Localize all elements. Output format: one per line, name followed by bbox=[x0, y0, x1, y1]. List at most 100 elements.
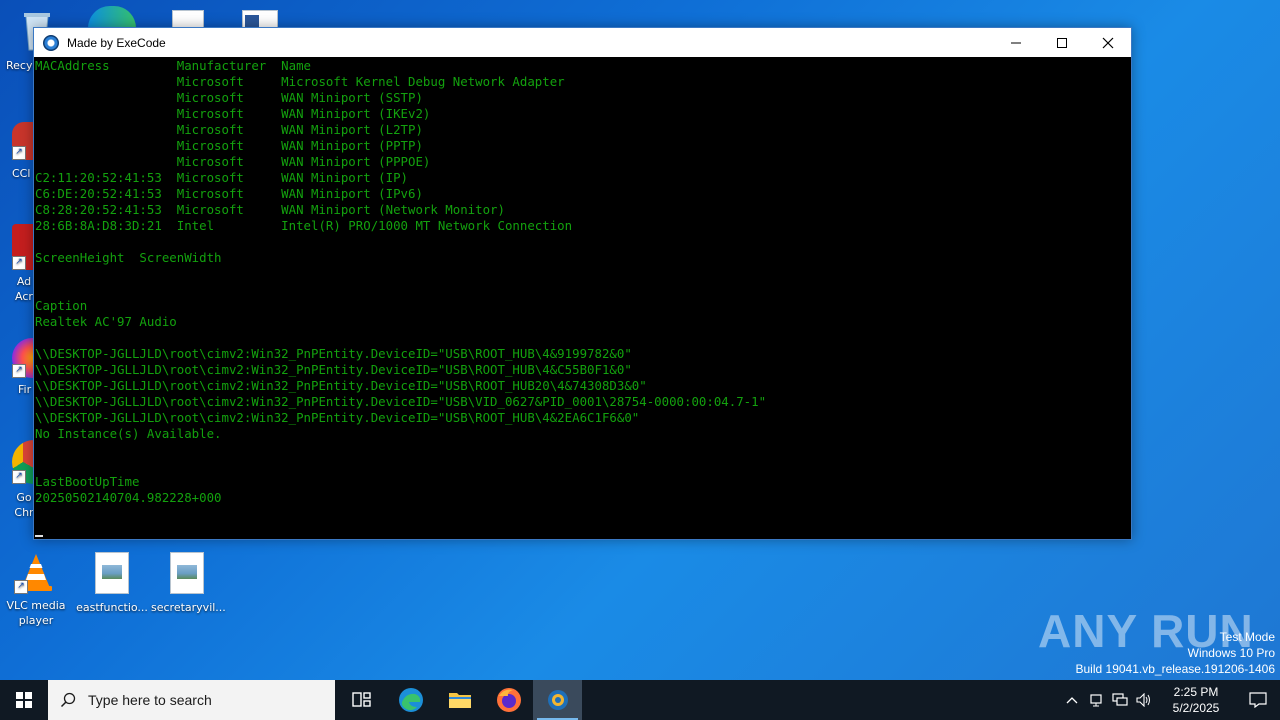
console-line: Microsoft Microsoft Kernel Debug Network… bbox=[35, 74, 565, 89]
desktop-icon-partial-2-label: CCl bbox=[12, 167, 31, 180]
system-info: Test Mode Windows 10 Pro Build 19041.vb_… bbox=[1076, 629, 1276, 677]
image-file-icon bbox=[90, 552, 134, 596]
test-mode-label: Test Mode bbox=[1219, 630, 1275, 644]
shortcut-arrow-icon: ↗ bbox=[12, 364, 26, 378]
search-icon bbox=[60, 692, 76, 708]
desktop-icon-chrome[interactable]: ↗ bbox=[12, 440, 34, 484]
console-line: MACAddress Manufacturer Name bbox=[35, 58, 312, 73]
console-line: \\DESKTOP-JGLLJLD\root\cimv2:Win32_PnPEn… bbox=[35, 346, 632, 361]
network-icon bbox=[1112, 693, 1128, 706]
execode-app-icon bbox=[43, 34, 59, 51]
firefox-icon bbox=[496, 688, 521, 712]
execode-app-icon bbox=[547, 690, 568, 710]
system-tray: 2:25 PM 5/2/2025 bbox=[1060, 680, 1280, 720]
desktop-icon-partial-3-label: Ad Acr bbox=[15, 275, 33, 303]
device-icon bbox=[1090, 694, 1102, 707]
console-cursor bbox=[35, 535, 43, 537]
clock-date: 5/2/2025 bbox=[1172, 701, 1220, 715]
edge-icon bbox=[398, 688, 423, 712]
window-title: Made by ExeCode bbox=[67, 35, 166, 50]
maximize-icon bbox=[1057, 37, 1067, 48]
task-view-icon bbox=[351, 692, 371, 707]
desktop-icon-secretaryvil[interactable]: secretaryvil... bbox=[151, 550, 226, 615]
console-line: Microsoft WAN Miniport (PPTP) bbox=[35, 138, 423, 153]
console-line: Caption bbox=[35, 298, 88, 313]
console-line: No Instance(s) Available. bbox=[35, 426, 222, 441]
desktop-icon-firefox[interactable]: ↗ bbox=[12, 338, 34, 378]
console-line: LastBootUpTime bbox=[35, 474, 140, 489]
shortcut-arrow-icon: ↗ bbox=[12, 256, 26, 270]
console-line: Microsoft WAN Miniport (L2TP) bbox=[35, 122, 423, 137]
execode-taskbar-button[interactable] bbox=[533, 680, 582, 720]
network-button[interactable] bbox=[1108, 680, 1132, 720]
console-line: ScreenHeight ScreenWidth bbox=[35, 250, 222, 265]
console-line: \\DESKTOP-JGLLJLD\root\cimv2:Win32_PnPEn… bbox=[35, 410, 640, 425]
console-line: C2:11:20:52:41:53 Microsoft WAN Miniport… bbox=[35, 170, 408, 185]
edge-taskbar-button[interactable] bbox=[386, 680, 435, 720]
desktop-icon-label: secretaryvil... bbox=[151, 601, 226, 614]
desktop-icon-partial-4-label: Fir bbox=[18, 383, 32, 396]
console-line: \\DESKTOP-JGLLJLD\root\cimv2:Win32_PnPEn… bbox=[35, 394, 767, 409]
console-line: C8:28:20:52:41:53 Microsoft WAN Miniport… bbox=[35, 202, 505, 217]
desktop-icon-ccleaner[interactable]: ↗ bbox=[12, 122, 34, 160]
desktop-icon-eastfunction[interactable]: eastfunctio... bbox=[76, 550, 148, 615]
desktop-icon-recycle-bin[interactable] bbox=[4, 8, 50, 52]
console-line: \\DESKTOP-JGLLJLD\root\cimv2:Win32_PnPEn… bbox=[35, 378, 647, 393]
desktop-icon-acrobat[interactable]: ↗ bbox=[12, 224, 34, 270]
desktop-icon-label: eastfunctio... bbox=[76, 601, 148, 614]
search-placeholder: Type here to search bbox=[88, 692, 212, 708]
desktop-icon-partial-5-label: Go Chr bbox=[14, 491, 34, 519]
start-button[interactable] bbox=[0, 680, 48, 720]
shortcut-arrow-icon: ↗ bbox=[14, 580, 28, 594]
window-titlebar[interactable]: Made by ExeCode bbox=[34, 28, 1131, 57]
close-icon bbox=[1102, 37, 1114, 48]
tray-app-button[interactable] bbox=[1084, 680, 1108, 720]
console-line: Microsoft WAN Miniport (PPPOE) bbox=[35, 154, 431, 169]
ccleaner-icon: ↗ bbox=[12, 122, 34, 160]
chrome-icon: ↗ bbox=[12, 440, 34, 484]
volume-icon bbox=[1136, 693, 1150, 707]
firefox-taskbar-button[interactable] bbox=[484, 680, 533, 720]
minimize-icon bbox=[1011, 42, 1021, 43]
console-line: Microsoft WAN Miniport (SSTP) bbox=[35, 90, 423, 105]
desktop-icon-partial-1-label: Recy bbox=[6, 59, 33, 72]
taskbar-clock[interactable]: 2:25 PM 5/2/2025 bbox=[1156, 684, 1236, 716]
minimize-button[interactable] bbox=[993, 28, 1039, 57]
console-line: Microsoft WAN Miniport (IKEv2) bbox=[35, 106, 431, 121]
file-explorer-taskbar-button[interactable] bbox=[435, 680, 484, 720]
taskbar-search-box[interactable]: Type here to search bbox=[48, 680, 335, 720]
vlc-icon: ↗ bbox=[14, 550, 58, 594]
shortcut-arrow-icon: ↗ bbox=[12, 470, 26, 484]
edge-desktop-icon[interactable] bbox=[88, 6, 136, 28]
shortcut-arrow-icon: ↗ bbox=[12, 146, 26, 160]
desktop-icon-vlc[interactable]: ↗ VLC media player bbox=[0, 550, 72, 628]
desktop-icon-label: VLC media player bbox=[6, 599, 66, 627]
close-button[interactable] bbox=[1085, 28, 1131, 57]
windows-logo-icon bbox=[16, 692, 32, 708]
console-line: 20250502140704.982228+000 bbox=[35, 490, 222, 505]
taskbar: Type here to search 2:25 PM 5/2/2025 bbox=[0, 680, 1280, 720]
chevron-up-icon bbox=[1066, 697, 1078, 704]
windows-edition-label: Windows 10 Pro bbox=[1187, 646, 1275, 660]
action-center-button[interactable] bbox=[1236, 680, 1280, 720]
console-window[interactable]: Made by ExeCode MACAddress Manufacturer … bbox=[33, 27, 1132, 540]
show-hidden-icons-button[interactable] bbox=[1060, 680, 1084, 720]
console-output[interactable]: MACAddress Manufacturer Name Microsoft M… bbox=[34, 58, 1131, 539]
build-label: Build 19041.vb_release.191206-1406 bbox=[1075, 662, 1276, 676]
console-line: 28:6B:8A:D8:3D:21 Intel Intel(R) PRO/100… bbox=[35, 218, 573, 233]
volume-button[interactable] bbox=[1132, 680, 1156, 720]
clock-time: 2:25 PM bbox=[1173, 685, 1219, 699]
notification-icon bbox=[1249, 692, 1267, 708]
console-line: C6:DE:20:52:41:53 Microsoft WAN Miniport… bbox=[35, 186, 423, 201]
console-line: Realtek AC'97 Audio bbox=[35, 314, 177, 329]
console-line: \\DESKTOP-JGLLJLD\root\cimv2:Win32_PnPEn… bbox=[35, 362, 632, 377]
folder-icon bbox=[448, 693, 471, 708]
maximize-button[interactable] bbox=[1039, 28, 1085, 57]
firefox-icon: ↗ bbox=[12, 338, 34, 378]
task-view-button[interactable] bbox=[337, 680, 386, 720]
acrobat-icon: ↗ bbox=[12, 224, 34, 270]
